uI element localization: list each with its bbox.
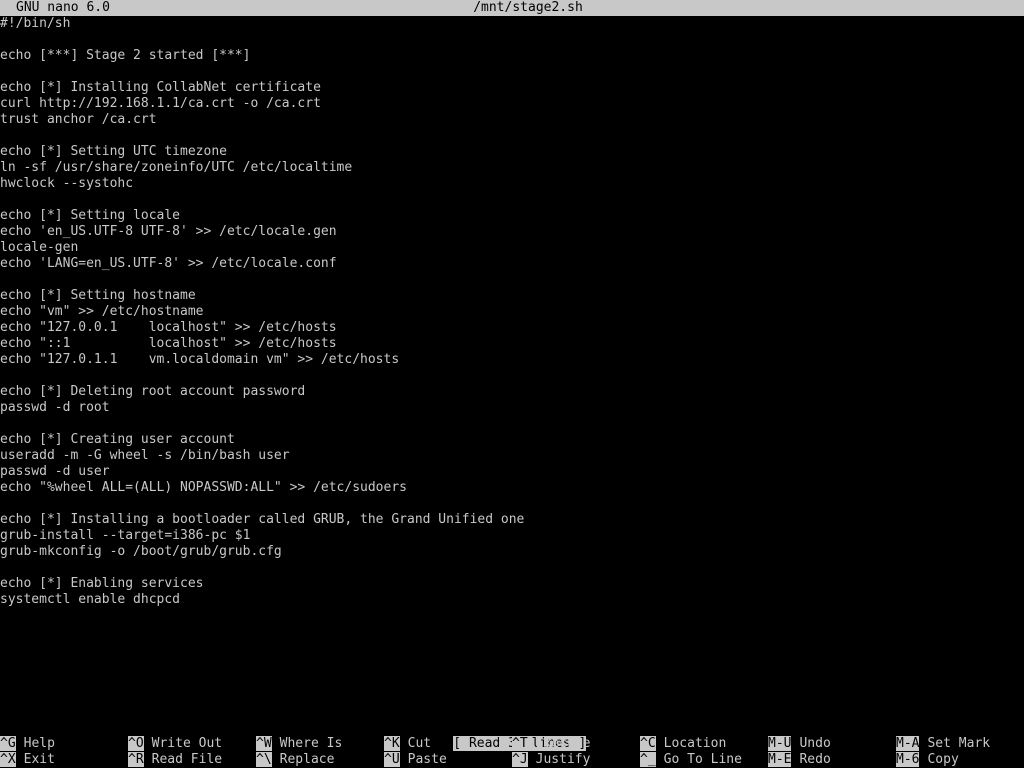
shortcut-key: M-E (768, 752, 792, 767)
editor-line[interactable]: echo "127.0.1.1 vm.localdomain vm" >> /e… (0, 352, 1024, 368)
shortcut-key: ^K (384, 736, 400, 751)
editor-text-area[interactable]: #!/bin/sh echo [***] Stage 2 started [***… (0, 16, 1024, 704)
editor-line[interactable]: useradd -m -G wheel -s /bin/bash user (0, 448, 1024, 464)
shortcut-copy[interactable]: M-6 Copy (896, 752, 959, 768)
editor-line[interactable]: hwclock --systohc (0, 176, 1024, 192)
shortcut-key: ^G (0, 736, 16, 751)
editor-line[interactable] (0, 368, 1024, 384)
editor-line[interactable]: echo [*] Setting UTC timezone (0, 144, 1024, 160)
editor-line[interactable] (0, 416, 1024, 432)
shortcut-location[interactable]: ^C Location (640, 736, 726, 752)
shortcut-cut[interactable]: ^K Cut (384, 736, 431, 752)
shortcut-label: Justify (535, 752, 591, 767)
shortcut-key: ^C (640, 736, 656, 751)
shortcut-key: ^_ (640, 752, 656, 767)
shortcut-key: ^T (512, 736, 528, 751)
shortcut-set-mark[interactable]: M-A Set Mark (896, 736, 990, 752)
editor-line[interactable]: echo [*] Creating user account (0, 432, 1024, 448)
editor-line[interactable]: trust anchor /ca.crt (0, 112, 1024, 128)
editor-line[interactable]: echo [*] Setting locale (0, 208, 1024, 224)
shortcut-write-out[interactable]: ^O Write Out (128, 736, 222, 752)
editor-line[interactable]: echo [***] Stage 2 started [***] (0, 48, 1024, 64)
shortcut-key: ^J (512, 752, 528, 767)
editor-line[interactable]: echo [*] Deleting root account password (0, 384, 1024, 400)
shortcut-key: ^W (256, 736, 272, 751)
editor-line[interactable]: passwd -d root (0, 400, 1024, 416)
editor-line[interactable]: passwd -d user (0, 464, 1024, 480)
shortcut-paste[interactable]: ^U Paste (384, 752, 447, 768)
editor-line[interactable] (0, 128, 1024, 144)
editor-line[interactable]: echo 'LANG=en_US.UTF-8' >> /etc/locale.c… (0, 256, 1024, 272)
shortcut-label: Paste (407, 752, 447, 767)
shortcut-label: Read File (151, 752, 223, 767)
shortcut-key: ^R (128, 752, 144, 767)
editor-line[interactable] (0, 560, 1024, 576)
editor-line[interactable]: echo [*] Installing a bootloader called … (0, 512, 1024, 528)
shortcut-label: Redo (799, 752, 831, 767)
shortcut-key: M-A (896, 736, 920, 751)
shortcut-undo[interactable]: M-U Undo (768, 736, 831, 752)
editor-line[interactable] (0, 192, 1024, 208)
file-name: /mnt/stage2.sh (473, 0, 583, 15)
shortcut-execute[interactable]: ^T Execute (512, 736, 590, 752)
shortcut-label: Undo (799, 736, 831, 751)
editor-line[interactable]: grub-mkconfig -o /boot/grub/grub.cfg (0, 544, 1024, 560)
shortcut-label: Execute (535, 736, 591, 751)
shortcut-key: ^U (384, 752, 400, 767)
editor-line[interactable]: echo [*] Installing CollabNet certificat… (0, 80, 1024, 96)
editor-line[interactable]: #!/bin/sh (0, 16, 1024, 32)
shortcut-key: ^\ (256, 752, 272, 767)
shortcut-replace[interactable]: ^\ Replace (256, 752, 334, 768)
shortcut-label: Cut (407, 736, 432, 751)
editor-line[interactable] (0, 272, 1024, 288)
editor-line[interactable]: echo "vm" >> /etc/hostname (0, 304, 1024, 320)
shortcut-key: M-6 (896, 752, 920, 767)
shortcut-justify[interactable]: ^J Justify (512, 752, 590, 768)
editor-line[interactable] (0, 32, 1024, 48)
shortcut-label: Exit (23, 752, 55, 767)
shortcut-key: ^O (128, 736, 144, 751)
shortcut-label: Replace (279, 752, 335, 767)
shortcut-help[interactable]: ^G Help (0, 736, 55, 752)
editor-line[interactable] (0, 64, 1024, 80)
shortcut-redo[interactable]: M-E Redo (768, 752, 831, 768)
editor-line[interactable]: ln -sf /usr/share/zoneinfo/UTC /etc/loca… (0, 160, 1024, 176)
shortcut-label: Set Mark (927, 736, 991, 751)
title-bar: GNU nano 6.0 /mnt/stage2.sh (0, 0, 1024, 16)
status-bar: [ Read 37 lines ] (0, 720, 1024, 751)
editor-line[interactable] (0, 496, 1024, 512)
editor-line[interactable]: locale-gen (0, 240, 1024, 256)
shortcut-label: Write Out (151, 736, 223, 751)
editor-line[interactable]: echo "127.0.0.1 localhost" >> /etc/hosts (0, 320, 1024, 336)
shortcut-read-file[interactable]: ^R Read File (128, 752, 222, 768)
shortcut-label: Location (663, 736, 727, 751)
shortcut-label: Help (23, 736, 55, 751)
shortcut-label: Copy (927, 752, 959, 767)
editor-line[interactable]: echo 'en_US.UTF-8 UTF-8' >> /etc/locale.… (0, 224, 1024, 240)
editor-line[interactable]: systemctl enable dhcpcd (0, 592, 1024, 608)
editor-line[interactable]: echo "%wheel ALL=(ALL) NOPASSWD:ALL" >> … (0, 480, 1024, 496)
editor-line[interactable]: grub-install --target=i386-pc $1 (0, 528, 1024, 544)
editor-line[interactable]: echo [*] Enabling services (0, 576, 1024, 592)
shortcut-where-is[interactable]: ^W Where Is (256, 736, 342, 752)
shortcut-go-to-line[interactable]: ^_ Go To Line (640, 752, 742, 768)
shortcut-exit[interactable]: ^X Exit (0, 752, 55, 768)
shortcut-label: Where Is (279, 736, 343, 751)
shortcut-key: M-U (768, 736, 792, 751)
editor-line[interactable]: echo [*] Setting hostname (0, 288, 1024, 304)
shortcut-label: Go To Line (663, 752, 742, 767)
editor-line[interactable]: echo "::1 localhost" >> /etc/hosts (0, 336, 1024, 352)
editor-line[interactable]: curl http://192.168.1.1/ca.crt -o /ca.cr… (0, 96, 1024, 112)
shortcut-key: ^X (0, 752, 16, 767)
